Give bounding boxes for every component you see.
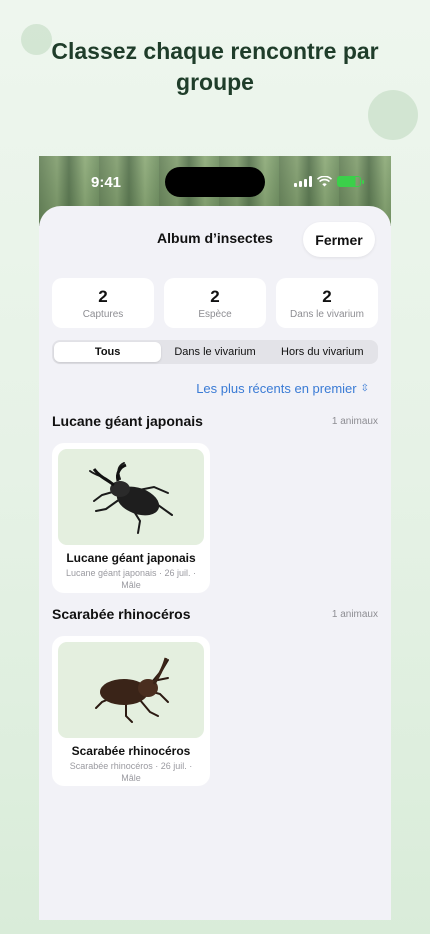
- promo-headline: Classez chaque rencontre par groupe: [51, 38, 379, 95]
- stat-value: 2: [322, 286, 332, 306]
- sort-button[interactable]: Les plus récents en premier ⇳: [196, 381, 369, 396]
- segment-out-of-vivarium[interactable]: Hors du vivarium: [269, 342, 376, 362]
- stat-label: Dans le vivarium: [290, 308, 364, 320]
- sort-label: Les plus récents en premier: [196, 381, 357, 396]
- stag-beetle-icon: [89, 462, 173, 534]
- cellular-signal-icon: [294, 176, 312, 187]
- section-count: 1 animaux: [331, 609, 378, 620]
- stag-beetle-image: [58, 449, 204, 545]
- stat-species: 2 Espèce: [164, 278, 266, 328]
- section-count: 1 animaux: [331, 416, 378, 427]
- stat-value: 2: [98, 286, 108, 306]
- stat-label: Captures: [82, 308, 124, 320]
- section-title: Lucane géant japonais: [52, 413, 203, 429]
- segment-all[interactable]: Tous: [54, 342, 162, 362]
- wifi-icon: [317, 176, 332, 187]
- status-time: 9:41: [91, 174, 122, 191]
- insect-card[interactable]: Lucane géant japonais Lucane géant japon…: [52, 443, 210, 593]
- phone-screen: 9:41 Album d’insectes Fermer 2 Captures …: [39, 156, 391, 920]
- card-name: Lucane géant japonais: [66, 551, 196, 565]
- insect-album-sheet: Album d’insectes Fermer 2 Captures 2 Esp…: [39, 206, 391, 920]
- section-title: Scarabée rhinocéros: [52, 606, 191, 622]
- filter-segmented-control: Tous Dans le vivarium Hors du vivarium: [52, 340, 378, 364]
- stat-in-vivarium: 2 Dans le vivarium: [276, 278, 378, 328]
- stat-captures: 2 Captures: [52, 278, 154, 328]
- stat-value: 2: [210, 286, 220, 306]
- close-button[interactable]: Fermer: [303, 222, 375, 257]
- stats-row: 2 Captures 2 Espèce 2 Dans le vivarium: [52, 278, 378, 328]
- card-subtitle: Scarabée rhinocéros · 26 juil. · Mâle: [69, 761, 193, 783]
- battery-charging-icon: [337, 176, 364, 187]
- stat-label: Espèce: [198, 308, 232, 320]
- segment-in-vivarium[interactable]: Dans le vivarium: [161, 342, 268, 362]
- dynamic-island: [165, 167, 265, 197]
- rhinoceros-beetle-image: [58, 642, 204, 738]
- rhinoceros-beetle-icon: [95, 657, 169, 723]
- card-name: Scarabée rhinocéros: [71, 744, 191, 758]
- insect-card[interactable]: Scarabée rhinocéros Scarabée rhinocéros …: [52, 636, 210, 786]
- chevron-up-down-icon: ⇳: [360, 383, 369, 394]
- status-icons: [294, 176, 364, 187]
- card-subtitle: Lucane géant japonais · 26 juil. · Mâle: [65, 568, 197, 590]
